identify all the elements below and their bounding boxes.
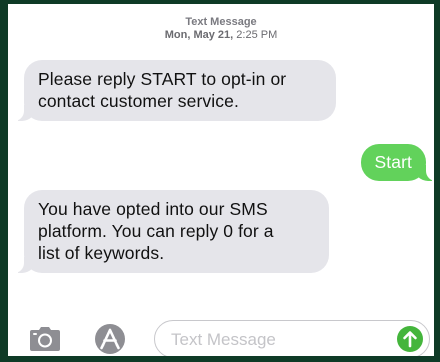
text-message-input[interactable]: Text Message [154,320,430,356]
app-store-icon[interactable] [93,322,127,356]
incoming-message-bubble[interactable]: Please reply START to opt-in or contact … [14,60,336,121]
messages-screen: Text Message Mon, May 21, 2:25 PM Please… [8,4,434,356]
send-arrow-icon[interactable] [397,326,423,352]
conversation-header: Text Message Mon, May 21, 2:25 PM [8,16,434,42]
camera-icon[interactable] [28,324,62,354]
message-text: Please reply START to opt-in or contact … [38,69,287,111]
incoming-message-bubble[interactable]: You have opted into our SMS platform. Yo… [14,190,329,273]
timestamp: Mon, May 21, 2:25 PM [8,29,434,42]
message-text: You have opted into our SMS platform. Yo… [38,199,274,263]
message-text: Start [374,152,412,172]
message-type-label: Text Message [185,16,257,28]
message-composer: Text Message [8,312,434,356]
text-message-placeholder: Text Message [171,330,276,349]
timestamp-time: 2:25 PM [236,29,278,41]
outgoing-message-bubble[interactable]: Start [360,144,434,181]
timestamp-date: Mon, May 21, [164,29,234,41]
